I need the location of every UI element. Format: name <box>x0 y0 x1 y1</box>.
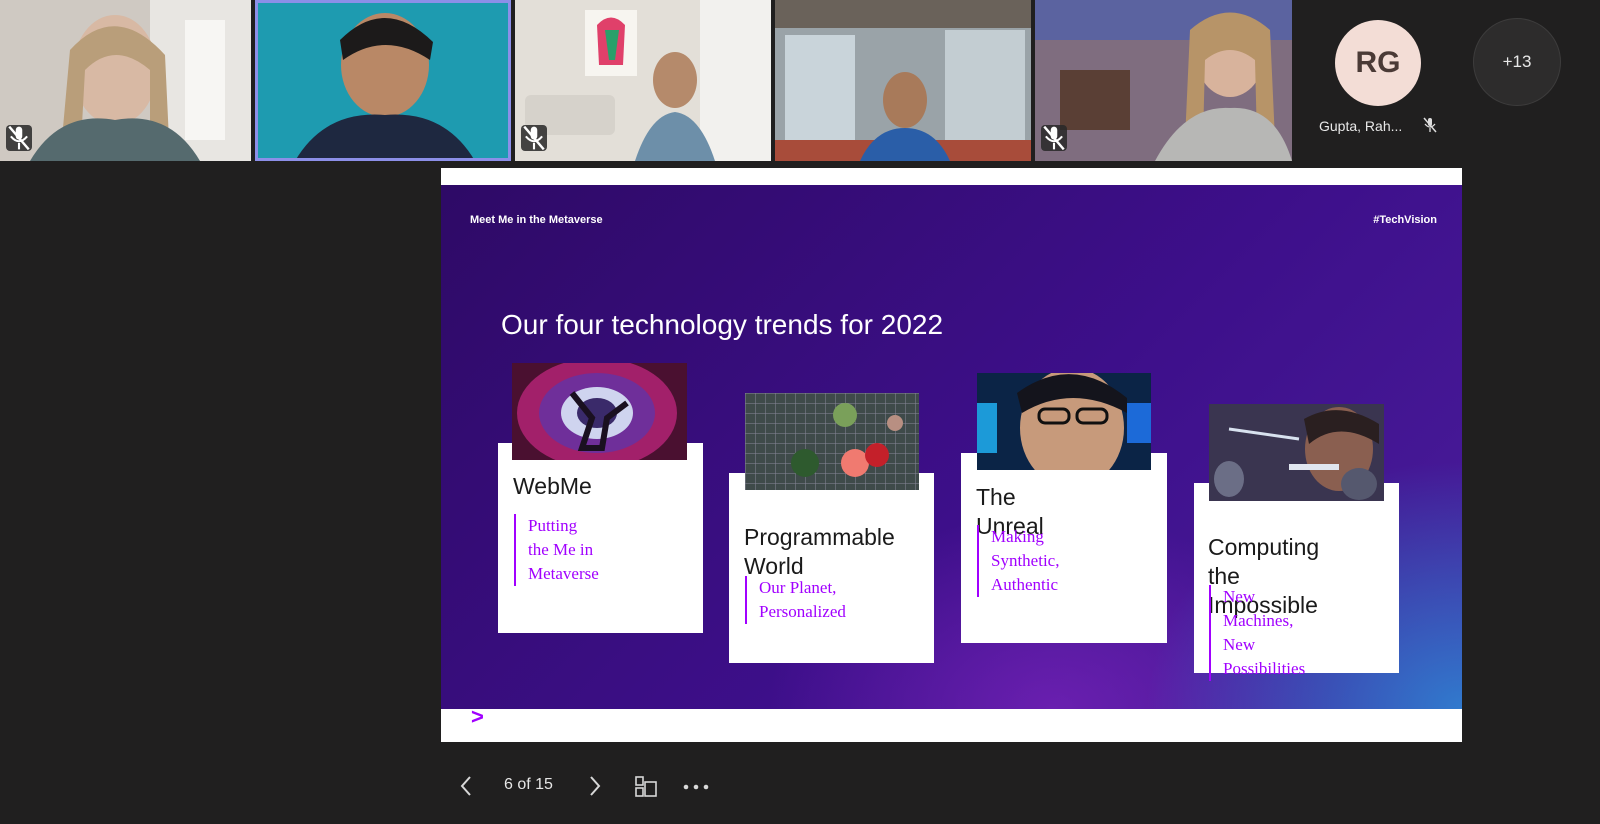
slide-thumbnails-icon <box>635 776 657 797</box>
avatar-participant-tile[interactable]: RG Gupta, Rah... <box>1300 0 1450 161</box>
chevron-right-icon <box>590 776 601 796</box>
chevron-left-icon <box>460 776 471 796</box>
slide-header-right: #TechVision <box>1373 214 1437 226</box>
card-subtitle: Putting the Me in Metaverse <box>514 514 599 586</box>
shared-slide: Meet Me in the Metaverse #TechVision Our… <box>441 168 1462 742</box>
card-subtitle: Making Synthetic, Authentic <box>977 525 1059 597</box>
mic-muted-icon <box>6 125 32 151</box>
next-slide-button[interactable] <box>582 772 608 800</box>
video-tile-2[interactable] <box>255 0 511 161</box>
participant-video <box>255 0 511 161</box>
more-options-icon <box>683 784 709 790</box>
slide-header-left: Meet Me in the Metaverse <box>470 214 603 226</box>
participant-name: Gupta, Rah... <box>1319 118 1403 134</box>
participant-video <box>515 0 771 161</box>
participant-video <box>775 0 1031 161</box>
card-image <box>512 363 687 460</box>
slide-title: Our four technology trends for 2022 <box>501 309 944 340</box>
video-tile-5[interactable] <box>1035 0 1292 161</box>
card-image <box>977 373 1151 470</box>
video-tile-3[interactable] <box>515 0 771 161</box>
card-image <box>745 393 919 490</box>
video-tile-4[interactable] <box>775 0 1031 161</box>
card-image <box>1209 404 1384 501</box>
slide-content: Meet Me in the Metaverse #TechVision Our… <box>441 185 1462 709</box>
more-participants-button[interactable]: +13 <box>1473 18 1561 106</box>
page-indicator: 6 of 15 <box>504 776 553 793</box>
mic-muted-icon <box>1041 125 1067 151</box>
more-options-button[interactable] <box>680 772 712 802</box>
card-title: Programmable World <box>744 524 895 579</box>
avatar: RG <box>1335 20 1421 106</box>
previous-slide-button[interactable] <box>453 772 479 800</box>
slide-view-button[interactable] <box>631 772 661 802</box>
participant-video <box>0 0 251 161</box>
card-subtitle: New Machines, New Possibilities <box>1209 585 1305 681</box>
mic-muted-icon <box>1423 117 1437 138</box>
card-subtitle: Our Planet, Personalized <box>745 576 846 624</box>
video-tile-1[interactable] <box>0 0 251 161</box>
participant-video <box>1035 0 1292 161</box>
card-title: WebMe <box>513 473 592 499</box>
mic-muted-icon <box>521 125 547 151</box>
brand-chevron-logo: > <box>471 704 484 729</box>
